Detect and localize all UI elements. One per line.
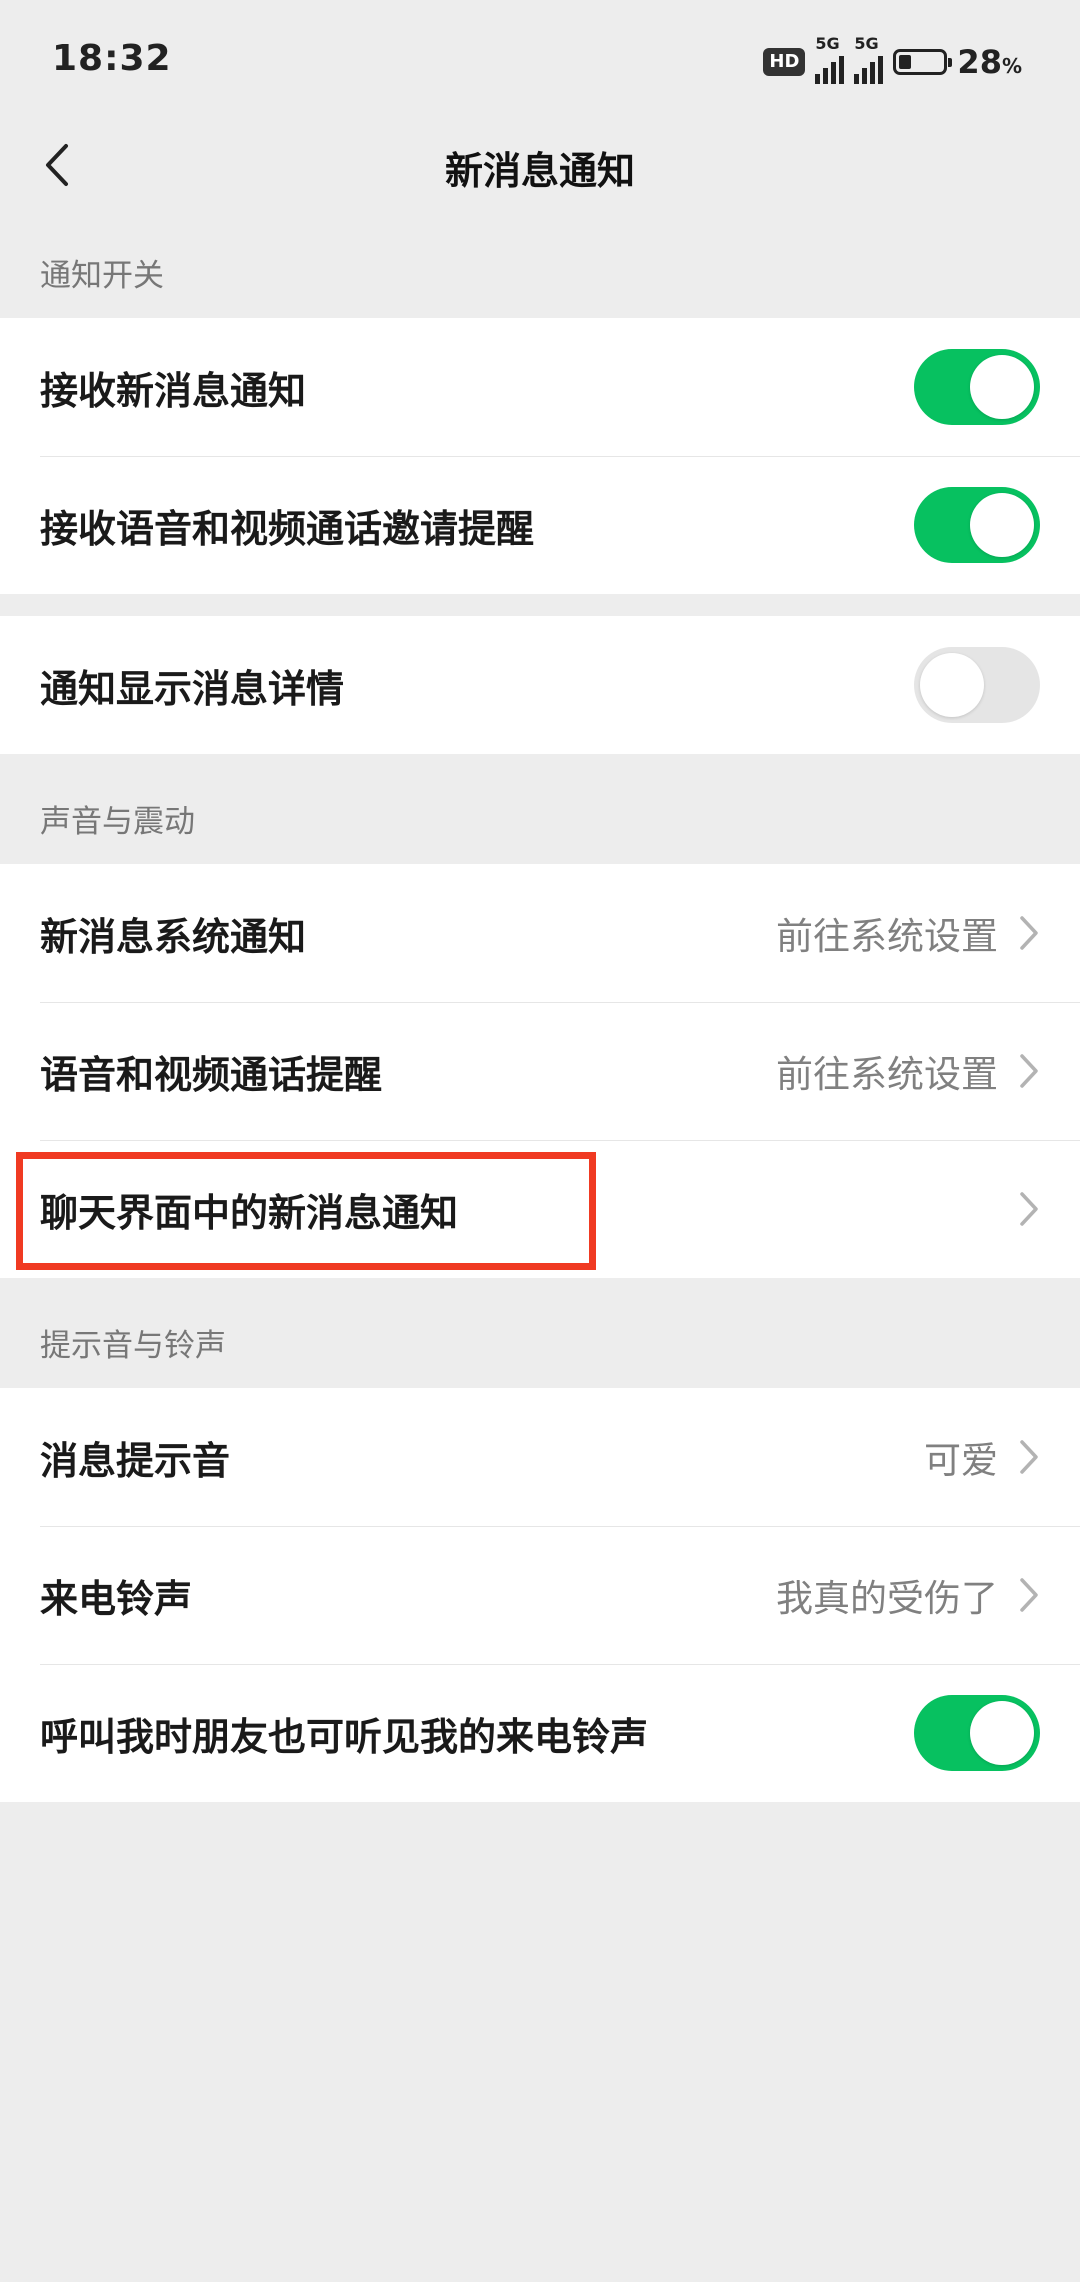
page-title: 新消息通知	[444, 149, 635, 193]
settings-group-sound-vibration: 新消息系统通知 前往系统设置 语音和视频通话提醒 前往系统设置 聊天界面中的新消…	[0, 864, 1080, 1278]
chevron-right-icon	[1020, 1440, 1038, 1474]
section-header-notification-switch: 通知开关	[40, 258, 164, 294]
setting-label: 来电铃声	[40, 1576, 193, 1621]
setting-row-message-tone[interactable]: 消息提示音 可爱	[0, 1388, 1080, 1526]
setting-row-show-message-detail: 通知显示消息详情	[0, 616, 1080, 754]
setting-value: 可爱	[924, 1439, 998, 1482]
setting-label: 消息提示音	[40, 1438, 231, 1483]
setting-row-receive-new-message: 接收新消息通知	[0, 318, 1080, 456]
receive-new-message-toggle[interactable]	[914, 349, 1040, 425]
setting-value: 前往系统设置	[776, 1053, 998, 1096]
chevron-right-icon	[1020, 1578, 1038, 1612]
section-header-sound-vibration: 声音与震动	[40, 804, 195, 840]
settings-group-notification-switch: 接收新消息通知 接收语音和视频通话邀请提醒	[0, 318, 1080, 594]
hd-badge: HD	[763, 48, 806, 76]
setting-row-in-chat-notification[interactable]: 聊天界面中的新消息通知	[0, 1140, 1080, 1278]
setting-label: 通知显示消息详情	[40, 666, 345, 711]
show-message-detail-toggle[interactable]	[914, 647, 1040, 723]
signal-icon: 5G	[815, 34, 845, 84]
setting-label: 语音和视频通话提醒	[40, 1052, 383, 1097]
nav-bar: 新消息通知	[0, 122, 1080, 208]
status-bar: 18:32 HD 5G 5G 28%	[0, 0, 1080, 122]
setting-row-call-reminder[interactable]: 语音和视频通话提醒 前往系统设置	[0, 1002, 1080, 1140]
setting-label: 呼叫我时朋友也可听见我的来电铃声	[40, 1714, 649, 1759]
setting-label: 新消息系统通知	[40, 914, 307, 959]
setting-row-call-invite-reminder: 接收语音和视频通话邀请提醒	[0, 456, 1080, 594]
setting-value: 我真的受伤了	[776, 1577, 998, 1620]
section-header-tones: 提示音与铃声	[40, 1328, 226, 1364]
setting-label: 聊天界面中的新消息通知	[40, 1190, 459, 1235]
setting-row-ringtone[interactable]: 来电铃声 我真的受伤了	[0, 1526, 1080, 1664]
settings-group-tones: 消息提示音 可爱 来电铃声 我真的受伤了 呼叫我时朋友也可听见我的来电铃声	[0, 1388, 1080, 1802]
setting-label: 接收语音和视频通话邀请提醒	[40, 506, 535, 551]
chevron-right-icon	[1020, 916, 1038, 950]
setting-row-system-notification[interactable]: 新消息系统通知 前往系统设置	[0, 864, 1080, 1002]
chevron-right-icon	[1020, 1192, 1038, 1226]
friends-hear-ringtone-toggle[interactable]	[914, 1695, 1040, 1771]
settings-group-message-detail: 通知显示消息详情	[0, 616, 1080, 754]
battery-icon	[893, 49, 953, 75]
signal-icon-2: 5G	[854, 34, 884, 84]
battery-percent: 28%	[957, 43, 1022, 81]
call-invite-reminder-toggle[interactable]	[914, 487, 1040, 563]
setting-value: 前往系统设置	[776, 915, 998, 958]
setting-label: 接收新消息通知	[40, 368, 307, 413]
status-icons: HD 5G 5G 28%	[763, 34, 1022, 84]
status-time: 18:32	[52, 38, 172, 79]
setting-row-friends-hear-ringtone: 呼叫我时朋友也可听见我的来电铃声	[0, 1664, 1080, 1802]
chevron-right-icon	[1020, 1054, 1038, 1088]
